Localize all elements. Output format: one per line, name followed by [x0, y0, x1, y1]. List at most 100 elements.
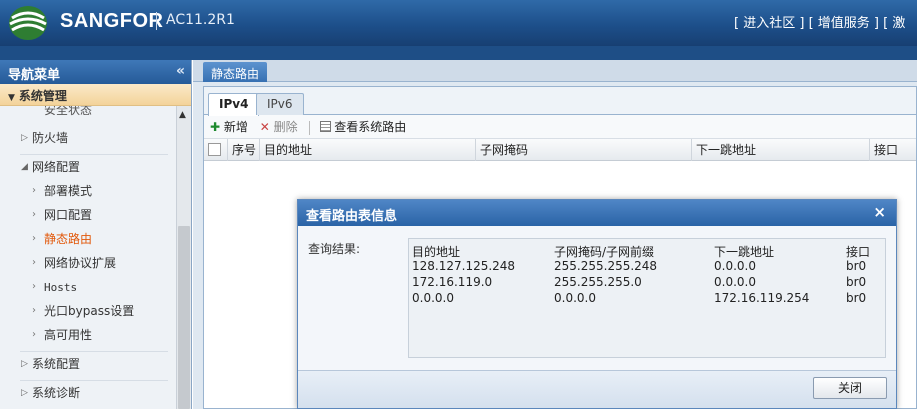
close-icon[interactable]: ×: [873, 203, 886, 221]
community-link[interactable]: [ 进入社区 ]: [734, 16, 804, 31]
dialog-title-bar: 查看路由表信息 ×: [298, 200, 896, 226]
plus-icon: ✚: [210, 120, 221, 134]
triangle-down-icon: ▼: [8, 93, 15, 103]
nav-menu-header: 导航菜单 «: [0, 60, 191, 84]
route-result-box: 目的地址 子网掩码/子网前缀 下一跳地址 接口 128.127.125.248 …: [408, 238, 886, 358]
column-header-destination[interactable]: 目的地址: [260, 139, 476, 161]
main-tabstrip: 静态路由: [193, 60, 917, 82]
tab-static-route[interactable]: 静态路由: [203, 62, 268, 82]
result-cell: 0.0.0.0: [714, 275, 756, 289]
column-header-next-hop[interactable]: 下一跳地址: [692, 139, 870, 161]
sidebar-item-deploy-mode[interactable]: › 部署模式: [0, 179, 176, 203]
sidebar-item-interface-config[interactable]: › 网口配置: [0, 203, 176, 227]
activate-link[interactable]: [ 激: [883, 16, 905, 31]
bullet-icon: ›: [32, 209, 36, 220]
close-button[interactable]: 关闭: [813, 377, 887, 399]
product-version: AC11.2R1: [166, 12, 235, 28]
add-button[interactable]: ✚ 新增: [210, 118, 248, 135]
chevron-right-icon: ▷: [21, 359, 28, 369]
result-cell: br0: [846, 291, 867, 305]
sidebar-list: 安全状态 ▷ 防火墙 ◢ 网络配置 › 部署模式 › 网口配置 › 静态路由 › 网络协议扩…: [0, 106, 176, 409]
delete-button[interactable]: ✕ 删除: [260, 118, 298, 135]
result-cell: 0.0.0.0: [412, 291, 454, 305]
route-table-dialog: 查看路由表信息 × 查询结果: 目的地址 子网掩码/子网前缀 下一跳地址 接口 …: [297, 199, 897, 409]
tab-ipv6[interactable]: IPv6: [256, 93, 304, 115]
sidebar-item-label: 防火墙: [32, 131, 69, 145]
result-cell: 255.255.255.248: [554, 259, 658, 273]
section-label: 系统管理: [18, 89, 67, 103]
nav-sidebar: 导航菜单 « ▼ 系统管理 安全状态 ▷ 防火墙 ◢ 网络配置 › 部署模式 › 网口配置…: [0, 60, 192, 409]
result-cell: 0.0.0.0: [554, 291, 596, 305]
sangfor-logo-icon: [9, 6, 47, 40]
sidebar-item-security-status[interactable]: 安全状态: [0, 106, 176, 120]
sidebar-item-optical-bypass[interactable]: › 光口bypass设置: [0, 299, 176, 323]
view-system-route-button[interactable]: 查看系统路由: [320, 118, 406, 135]
result-cell: 0.0.0.0: [714, 259, 756, 273]
sidebar-item-label: 系统诊断: [32, 386, 81, 400]
result-header-next-hop: 下一跳地址: [714, 245, 775, 259]
sidebar-scrollbar[interactable]: ▲: [176, 106, 191, 409]
sidebar-item-label: 网络协议扩展: [44, 256, 117, 270]
result-header-mask: 子网掩码/子网前缀: [554, 245, 655, 259]
bullet-icon: ›: [32, 257, 36, 268]
result-cell: 255.255.255.0: [554, 275, 642, 289]
sidebar-item-static-route[interactable]: › 静态路由: [0, 227, 176, 251]
value-added-link[interactable]: [ 增值服务 ]: [809, 16, 879, 31]
bullet-icon: ›: [32, 233, 36, 244]
top-links: [ 进入社区 ] [ 增值服务 ] [ 激: [734, 12, 917, 31]
chevron-right-icon: ▷: [21, 388, 28, 398]
result-cell: 172.16.119.254: [714, 291, 810, 305]
list-icon: [320, 121, 332, 132]
dialog-body: 查询结果: 目的地址 子网掩码/子网前缀 下一跳地址 接口 128.127.12…: [298, 226, 896, 370]
delete-label: 删除: [273, 120, 298, 134]
query-result-label: 查询结果:: [308, 242, 361, 256]
column-header-subnet-mask[interactable]: 子网掩码: [476, 139, 692, 161]
sidebar-item-hosts[interactable]: › Hosts: [0, 275, 176, 299]
route-table-header: 序号 目的地址 子网掩码 下一跳地址 接口: [204, 139, 916, 161]
add-label: 新增: [223, 120, 248, 134]
column-header-interface[interactable]: 接口: [870, 139, 917, 161]
result-cell: br0: [846, 275, 867, 289]
sidebar-item-system-config[interactable]: ▷ 系统配置: [0, 352, 176, 376]
brand-divider: [156, 12, 157, 30]
toolbar-divider: [309, 120, 311, 135]
sidebar-item-label: 安全状态: [44, 106, 93, 117]
bullet-icon: ›: [32, 185, 36, 196]
bullet-icon: ›: [32, 305, 36, 316]
result-cell: 172.16.119.0: [412, 275, 493, 289]
collapse-icon[interactable]: «: [176, 63, 185, 79]
triangle-down-icon: ◢: [21, 162, 28, 172]
tab-ipv4[interactable]: IPv4: [208, 93, 260, 116]
scrollbar-thumb[interactable]: [178, 226, 190, 409]
sidebar-item-label: 静态路由: [44, 232, 93, 246]
route-toolbar: ✚ 新增 ✕ 删除 查看系统路由: [204, 115, 916, 139]
select-all-checkbox[interactable]: [208, 143, 221, 156]
header-strip: [0, 46, 917, 60]
bullet-icon: ›: [32, 329, 36, 340]
sidebar-item-label: 光口bypass设置: [44, 304, 135, 318]
column-header-index[interactable]: 序号: [228, 139, 260, 161]
sidebar-item-label: 网口配置: [44, 208, 93, 222]
sidebar-item-firewall[interactable]: ▷ 防火墙: [0, 126, 176, 150]
top-header: SANGFOR AC11.2R1 [ 进入社区 ] [ 增值服务 ] [ 激: [0, 0, 917, 46]
dialog-footer: 关闭: [298, 370, 896, 408]
sidebar-item-network-config[interactable]: ◢ 网络配置: [0, 155, 176, 179]
sidebar-item-high-availability[interactable]: › 高可用性: [0, 323, 176, 347]
view-label: 查看系统路由: [334, 120, 407, 134]
sidebar-section-system-management[interactable]: ▼ 系统管理: [0, 84, 191, 106]
ip-version-tabs: IPv4 IPv6: [204, 87, 916, 116]
sidebar-item-protocol-extension[interactable]: › 网络协议扩展: [0, 251, 176, 275]
bullet-icon: ›: [32, 281, 36, 292]
sidebar-item-label: Hosts: [44, 281, 78, 294]
chevron-right-icon: ▷: [21, 133, 28, 143]
dialog-title: 查看路由表信息: [306, 209, 398, 224]
sidebar-item-label: 系统配置: [32, 357, 81, 371]
sidebar-item-label: 网络配置: [32, 160, 81, 174]
delete-x-icon: ✕: [259, 120, 270, 134]
sidebar-item-system-diagnosis[interactable]: ▷ 系统诊断: [0, 381, 176, 405]
result-header-destination: 目的地址: [412, 245, 461, 259]
select-all-cell: [204, 139, 228, 161]
sidebar-item-label: 高可用性: [44, 328, 93, 342]
brand-name: SANGFOR: [60, 10, 164, 32]
scroll-up-icon[interactable]: ▲: [179, 110, 186, 120]
